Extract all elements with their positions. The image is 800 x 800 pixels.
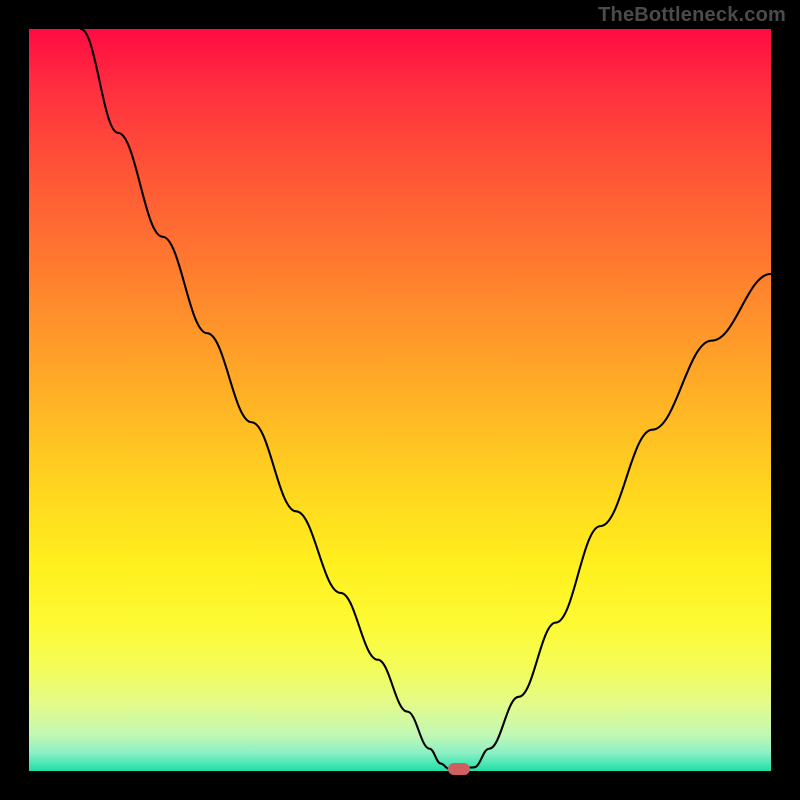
chart-frame: TheBottleneck.com <box>0 0 800 800</box>
optimum-marker <box>448 763 470 775</box>
bottleneck-curve <box>29 29 771 771</box>
curve-left-path <box>81 29 449 769</box>
curve-right-path <box>474 274 771 767</box>
watermark-text: TheBottleneck.com <box>598 4 786 27</box>
plot-area <box>29 29 771 771</box>
